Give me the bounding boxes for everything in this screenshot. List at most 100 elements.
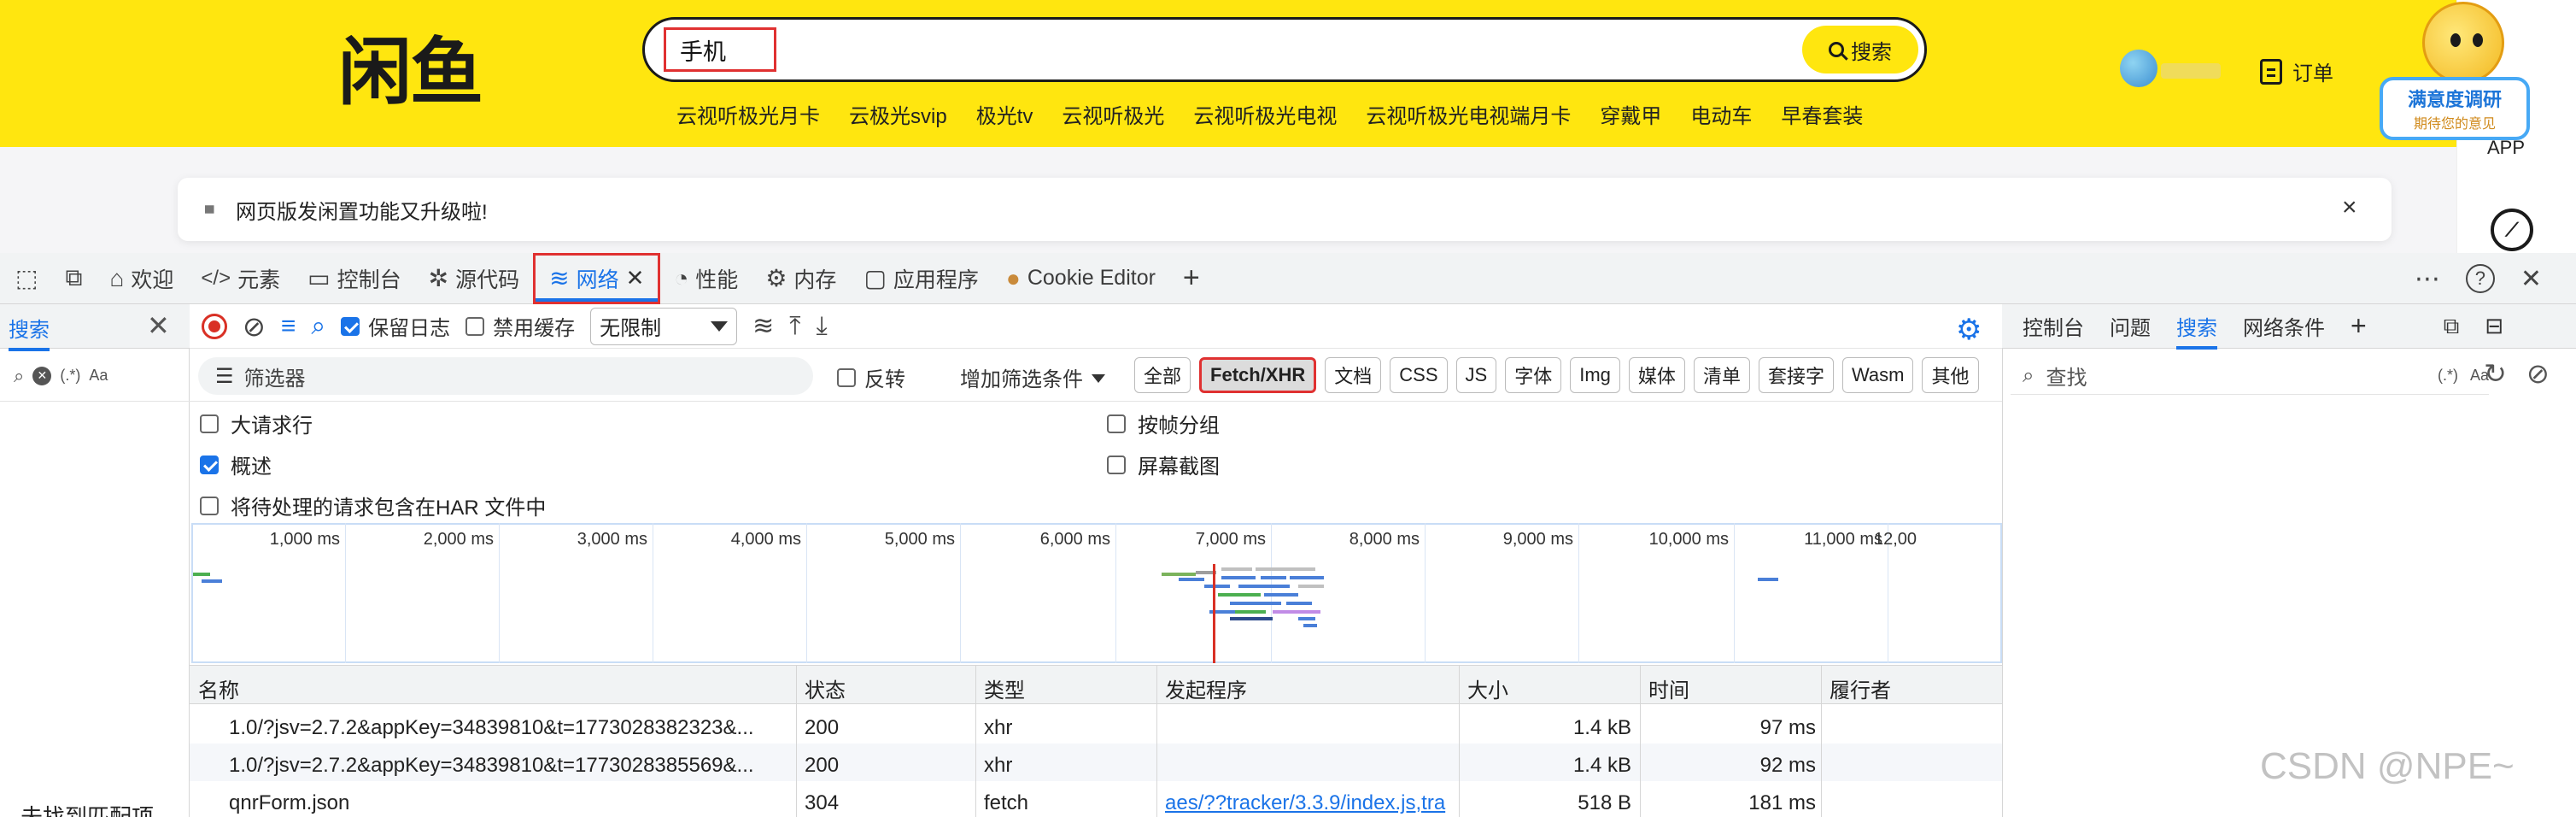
tab-memory[interactable]: ⚙ 内存: [752, 253, 850, 304]
type-chip-manifest[interactable]: 清单: [1693, 357, 1750, 393]
invert-checkbox[interactable]: 反转: [837, 362, 905, 392]
hot-word[interactable]: 穿戴甲: [1600, 99, 1661, 129]
column-header-initiator[interactable]: 发起程序: [1165, 673, 1247, 703]
left-drawer-close-icon[interactable]: ✕: [147, 309, 170, 342]
add-tab-button[interactable]: +: [1169, 253, 1214, 304]
add-drawer-tab-icon[interactable]: +: [2351, 310, 2367, 342]
type-chip-css[interactable]: CSS: [1390, 357, 1448, 393]
search-input[interactable]: 手机: [664, 27, 776, 72]
checkbox[interactable]: [200, 496, 219, 515]
column-divider[interactable]: [1821, 665, 1822, 817]
notice-close-button[interactable]: ×: [2342, 193, 2357, 222]
search-icon[interactable]: ⌕: [311, 312, 325, 341]
tab-welcome[interactable]: ⌂ 欢迎: [96, 253, 187, 304]
disable-cache-checkbox[interactable]: 禁用缓存: [465, 311, 575, 341]
tab-sources[interactable]: ✲ 源代码: [415, 253, 533, 304]
left-drawer-search-tab[interactable]: 搜索: [9, 313, 50, 351]
record-button[interactable]: [202, 313, 227, 339]
column-header-type[interactable]: 类型: [984, 673, 1025, 703]
hot-word[interactable]: 云视听极光: [1062, 99, 1164, 129]
column-header-time[interactable]: 时间: [1648, 673, 1689, 703]
collapse-drawer-icon[interactable]: ⊟: [2485, 313, 2503, 339]
group-by-frame-option[interactable]: 按帧分组: [1107, 408, 1220, 438]
clear-icon[interactable]: ✕: [32, 366, 52, 385]
clear-icon[interactable]: ⊘: [243, 310, 266, 343]
match-case-toggle[interactable]: Aa: [89, 367, 108, 385]
device-toolbar-icon[interactable]: ⧉: [51, 253, 96, 304]
hot-word[interactable]: 极光tv: [976, 99, 1033, 129]
checkbox[interactable]: [341, 316, 360, 336]
column-divider[interactable]: [796, 665, 797, 817]
drawer-tab-search[interactable]: 搜索: [2176, 303, 2217, 350]
hot-word[interactable]: 云视听极光月卡: [676, 99, 820, 129]
type-chip-img[interactable]: Img: [1570, 357, 1620, 393]
left-drawer-find-row[interactable]: ⌕ ✕ (.*) Aa: [0, 350, 190, 402]
search-button[interactable]: 搜索: [1802, 26, 1918, 73]
network-settings-gear-icon[interactable]: ⚙: [1956, 313, 1982, 347]
survey-card[interactable]: 满意度调研 期待您的意见: [2380, 77, 2530, 140]
drawer-tab-console[interactable]: 控制台: [2023, 311, 2084, 341]
type-chip-media[interactable]: 媒体: [1628, 357, 1685, 393]
drawer-tab-network-conditions[interactable]: 网络条件: [2243, 311, 2325, 341]
type-chip-other[interactable]: 其他: [1922, 357, 1979, 393]
type-chip-fetch-xhr[interactable]: Fetch/XHR: [1199, 357, 1317, 393]
checkbox[interactable]: [1107, 455, 1126, 474]
export-har-icon[interactable]: ⤓: [817, 312, 828, 341]
overview-option[interactable]: 概述: [200, 450, 272, 479]
import-har-icon[interactable]: ⤒: [789, 312, 800, 341]
column-divider[interactable]: [1640, 665, 1641, 817]
column-divider[interactable]: [1459, 665, 1460, 817]
tab-elements[interactable]: </> 元素: [187, 253, 294, 304]
type-chip-doc[interactable]: 文档: [1325, 357, 1382, 393]
har-pending-option[interactable]: 将待处理的请求包含在HAR 文件中: [200, 491, 546, 520]
regex-toggle[interactable]: (.*): [2438, 367, 2458, 385]
regex-toggle[interactable]: (.*): [60, 367, 80, 385]
request-name[interactable]: 1.0/?jsv=2.7.2&appKey=34839810&t=1773028…: [229, 754, 793, 778]
avatar[interactable]: [2120, 50, 2157, 87]
close-devtools-icon[interactable]: ✕: [2520, 264, 2542, 294]
close-tab-icon[interactable]: ✕: [626, 265, 645, 291]
type-chip-js[interactable]: JS: [1455, 357, 1497, 393]
tab-console[interactable]: ▭ 控制台: [294, 253, 414, 304]
checkbox[interactable]: [1107, 414, 1126, 433]
request-name[interactable]: qnrForm.json: [229, 791, 793, 815]
tab-performance[interactable]: ◔ 性能: [660, 253, 752, 304]
checkbox[interactable]: [200, 414, 219, 433]
request-name[interactable]: 1.0/?jsv=2.7.2&appKey=34839810&t=1773028…: [229, 716, 793, 740]
column-header-name[interactable]: 名称: [198, 673, 239, 703]
checkbox[interactable]: [837, 367, 856, 387]
drawer-find-input[interactable]: ⌕ 查找 (.*) Aa: [2011, 357, 2489, 395]
screenshots-option[interactable]: 屏幕截图: [1107, 450, 1220, 479]
help-icon[interactable]: ?: [2465, 264, 2495, 293]
hot-word[interactable]: 电动车: [1690, 99, 1752, 129]
drawer-tab-issues[interactable]: 问题: [2110, 311, 2151, 341]
column-divider[interactable]: [975, 665, 976, 817]
column-divider[interactable]: [1156, 665, 1157, 817]
filter-input[interactable]: ☰ 筛选器: [198, 357, 813, 395]
type-chip-all[interactable]: 全部: [1134, 357, 1191, 393]
type-chip-socket[interactable]: 套接字: [1758, 357, 1834, 393]
network-conditions-icon[interactable]: ≋: [752, 311, 774, 341]
checkbox[interactable]: [200, 455, 219, 474]
column-header-size[interactable]: 大小: [1467, 673, 1508, 703]
inspect-element-icon[interactable]: ⬚: [0, 253, 51, 304]
request-initiator[interactable]: aes/??tracker/3.3.9/index.js,tra: [1165, 791, 1455, 815]
search-box[interactable]: 手机 搜索: [642, 17, 1927, 82]
hot-word[interactable]: 早春套装: [1781, 99, 1863, 129]
type-chip-font[interactable]: 字体: [1505, 357, 1562, 393]
xianyu-logo[interactable]: 闲鱼: [338, 24, 483, 115]
filter-toggle-icon[interactable]: ≡: [281, 312, 296, 341]
preserve-log-checkbox[interactable]: 保留日志: [341, 311, 450, 341]
tab-application[interactable]: ▢ 应用程序: [850, 253, 992, 304]
refresh-icon[interactable]: ↻: [2484, 357, 2507, 390]
column-header-status[interactable]: 状态: [805, 673, 846, 703]
more-filters-dropdown[interactable]: 增加筛选条件: [960, 362, 1105, 392]
hot-word[interactable]: 云极光svip: [849, 99, 947, 129]
tab-cookie-editor[interactable]: ● Cookie Editor: [992, 253, 1169, 304]
publish-icon[interactable]: ⟋: [2491, 209, 2533, 251]
large-rows-option[interactable]: 大请求行: [200, 408, 313, 438]
more-options-icon[interactable]: ⋯: [2415, 264, 2440, 294]
tab-network[interactable]: ≋ 网络 ✕: [533, 252, 661, 304]
hot-word[interactable]: 云视听极光电视端月卡: [1366, 99, 1571, 129]
orders-link[interactable]: 订单: [2260, 56, 2333, 86]
